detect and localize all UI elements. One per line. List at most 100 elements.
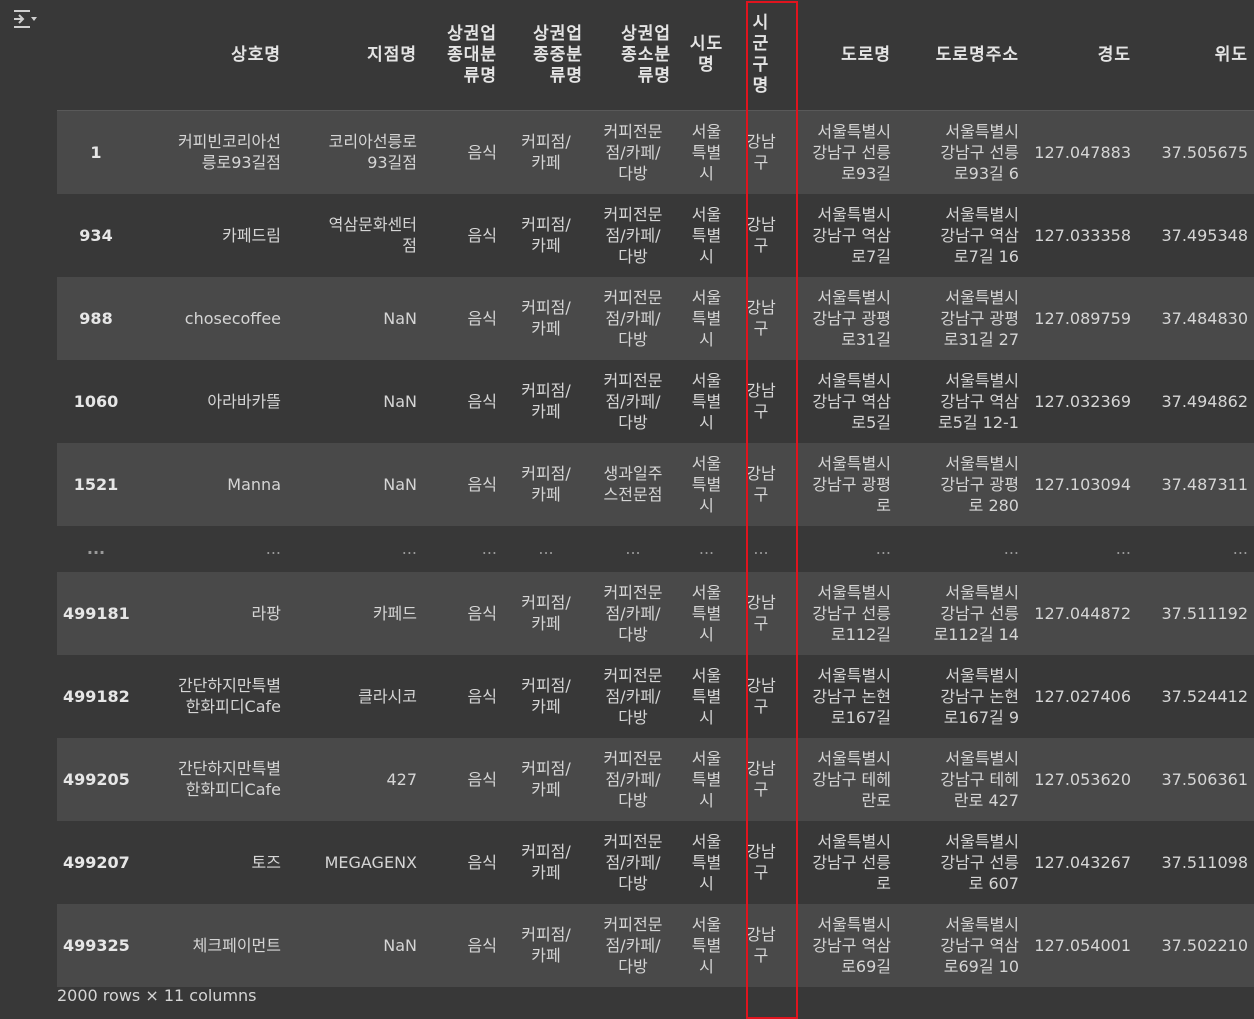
layout-toggle-icon bbox=[14, 10, 37, 28]
table-cell: 서울특별시 강남구 선릉 로112길 bbox=[786, 571, 897, 655]
column-header: 시도 명 bbox=[677, 0, 736, 111]
table-cell: 서울 특별 시 bbox=[677, 903, 736, 987]
table-cell: 생과일주 스전문점 bbox=[589, 442, 677, 526]
table-cell: 음식 bbox=[423, 737, 503, 821]
table-cell: 서울특별시 강남구 논현 로167길 9 bbox=[897, 654, 1025, 738]
ellipsis-row: .................................... bbox=[57, 525, 1254, 572]
table-cell: 37.506361 bbox=[1137, 737, 1254, 821]
table-cell: 37.524412 bbox=[1137, 654, 1254, 738]
row-index-cell: 1 bbox=[57, 110, 135, 194]
column-header: 도로명주소 bbox=[897, 0, 1025, 111]
table-cell: 서울특별시 강남구 선릉 로112길 14 bbox=[897, 571, 1025, 655]
table-cell: 서울특별시 강남구 역삼 로5길 12-1 bbox=[897, 359, 1025, 443]
table-cell: ... bbox=[897, 525, 1025, 572]
table-cell: 커피전문 점/카페/다방 bbox=[589, 820, 677, 904]
table-cell: 코리아선릉로 93길점 bbox=[287, 110, 423, 194]
table-cell: 127.089759 bbox=[1025, 276, 1137, 360]
row-index-cell: 499207 bbox=[57, 820, 135, 904]
table-cell: 서울특별시 강남구 선릉 로 bbox=[786, 820, 897, 904]
table-cell: 37.502210 bbox=[1137, 903, 1254, 987]
table-cell: 토즈 bbox=[135, 820, 287, 904]
table-cell: 37.484830 bbox=[1137, 276, 1254, 360]
table-header-row: 상호명 지점명 상권업 종대분 류명 상권업 종중분 류명 상권업 종소분 류명 시도 명 시 군 구 명 도로명… bbox=[57, 0, 1254, 111]
table-cell: 커피전문 점/카페/다방 bbox=[589, 654, 677, 738]
row-index-cell: 988 bbox=[57, 276, 135, 360]
table-cell: 127.043267 bbox=[1025, 820, 1137, 904]
table-cell: 127.047883 bbox=[1025, 110, 1137, 194]
layout-toggle-button[interactable] bbox=[10, 6, 40, 32]
table-cell: 커피전문 점/카페/다방 bbox=[589, 571, 677, 655]
table-cell: ... bbox=[736, 525, 786, 572]
table-cell: 음식 bbox=[423, 110, 503, 194]
table-cell: 37.494862 bbox=[1137, 359, 1254, 443]
table-cell: 서울 특별 시 bbox=[677, 193, 736, 277]
table-cell: 커피전문 점/카페/다방 bbox=[589, 276, 677, 360]
table-cell: 강남 구 bbox=[736, 654, 786, 738]
table-cell: 서울특별시 강남구 광평 로 bbox=[786, 442, 897, 526]
table-row: 499182 간단하지만특별 한화피디Cafe 클라시코 음식 커피점/카페 커피전문 점/카… bbox=[57, 654, 1254, 738]
table-row: 934 카페드림 역삼문화센터 점 음식 커피점/카페 커피전문 점/카페/다방 서울 특별 시 강남… bbox=[57, 193, 1254, 277]
table-cell: 서울특별시 강남구 광평 로 280 bbox=[897, 442, 1025, 526]
column-header: 시군구명 bbox=[736, 0, 786, 111]
table-cell: 음식 bbox=[423, 571, 503, 655]
row-index-cell: 1521 bbox=[57, 442, 135, 526]
table-cell: 커피점/카페 bbox=[503, 193, 589, 277]
table-cell: 카페드 bbox=[287, 571, 423, 655]
table-cell: 클라시코 bbox=[287, 654, 423, 738]
table-cell: 127.027406 bbox=[1025, 654, 1137, 738]
row-index-cell: 1060 bbox=[57, 359, 135, 443]
table-cell: 강남 구 bbox=[736, 276, 786, 360]
table-cell: ... bbox=[135, 525, 287, 572]
column-header: 위도 bbox=[1137, 0, 1254, 111]
table-cell: 음식 bbox=[423, 276, 503, 360]
table-cell: 강남 구 bbox=[736, 820, 786, 904]
table-cell: 서울특별시 강남구 선릉 로 607 bbox=[897, 820, 1025, 904]
table-cell: chosecoffee bbox=[135, 276, 287, 360]
table-cell: 37.505675 bbox=[1137, 110, 1254, 194]
table-cell: ... bbox=[423, 525, 503, 572]
table-cell: 강남 구 bbox=[736, 359, 786, 443]
table-cell: 서울 특별 시 bbox=[677, 276, 736, 360]
table-cell: 서울특별시 강남구 역삼 로69길 bbox=[786, 903, 897, 987]
table-row: 499325 체크페이먼트 NaN 음식 커피점/카페 커피전문 점/카페/다방 서울 특별 시 강… bbox=[57, 903, 1254, 987]
table-cell: 강남 구 bbox=[736, 110, 786, 194]
table-cell: 서울특별시 강남구 광평 로31길 27 bbox=[897, 276, 1025, 360]
table-cell: 역삼문화센터 점 bbox=[287, 193, 423, 277]
table-cell: 음식 bbox=[423, 359, 503, 443]
table-cell: 음식 bbox=[423, 442, 503, 526]
table-cell: 카페드림 bbox=[135, 193, 287, 277]
table-cell: 127.103094 bbox=[1025, 442, 1137, 526]
row-index-cell: 499205 bbox=[57, 737, 135, 821]
table-cell: 서울특별시 강남구 테헤 란로 427 bbox=[897, 737, 1025, 821]
table-cell: 서울 특별 시 bbox=[677, 359, 736, 443]
table-cell: 서울특별시 강남구 광평 로31길 bbox=[786, 276, 897, 360]
row-index-cell: 934 bbox=[57, 193, 135, 277]
table-cell: 음식 bbox=[423, 193, 503, 277]
table-cell: 커피점/카페 bbox=[503, 359, 589, 443]
table-cell: 37.511192 bbox=[1137, 571, 1254, 655]
column-header: 상권업 종대분 류명 bbox=[423, 0, 503, 111]
table-cell: 강남 구 bbox=[736, 193, 786, 277]
table-cell: 커피점/카페 bbox=[503, 442, 589, 526]
table-cell: 음식 bbox=[423, 654, 503, 738]
table-cell: 음식 bbox=[423, 903, 503, 987]
table-cell: 37.495348 bbox=[1137, 193, 1254, 277]
table-row: 1521 Manna NaN 음식 커피점/카페 생과일주 스전문점 서울 특별 시 강남 구 서울특별… bbox=[57, 442, 1254, 526]
table-cell: 체크페이먼트 bbox=[135, 903, 287, 987]
table-cell: 서울 특별 시 bbox=[677, 820, 736, 904]
table-cell: ... bbox=[786, 525, 897, 572]
table-cell: 커피전문 점/카페/다방 bbox=[589, 903, 677, 987]
table-cell: 커피전문 점/카페/다방 bbox=[589, 359, 677, 443]
table-cell: 커피점/카페 bbox=[503, 571, 589, 655]
table-cell: 서울특별시 강남구 역삼 로69길 10 bbox=[897, 903, 1025, 987]
table-cell: NaN bbox=[287, 903, 423, 987]
table-cell: 커피전문 점/카페/다방 bbox=[589, 193, 677, 277]
table-cell: 서울특별시 강남구 역삼 로7길 bbox=[786, 193, 897, 277]
table-cell: 427 bbox=[287, 737, 423, 821]
table-cell: 서울 특별 시 bbox=[677, 442, 736, 526]
table-cell: 커피점/카페 bbox=[503, 276, 589, 360]
table-cell: 서울특별시 강남구 논현 로167길 bbox=[786, 654, 897, 738]
table-row: 499205 간단하지만특별 한화피디Cafe 427 음식 커피점/카페 커피전문 점/카페… bbox=[57, 737, 1254, 821]
table-row: 988 chosecoffee NaN 음식 커피점/카페 커피전문 점/카페/다방 서울 특별… bbox=[57, 276, 1254, 360]
table-cell: 127.033358 bbox=[1025, 193, 1137, 277]
